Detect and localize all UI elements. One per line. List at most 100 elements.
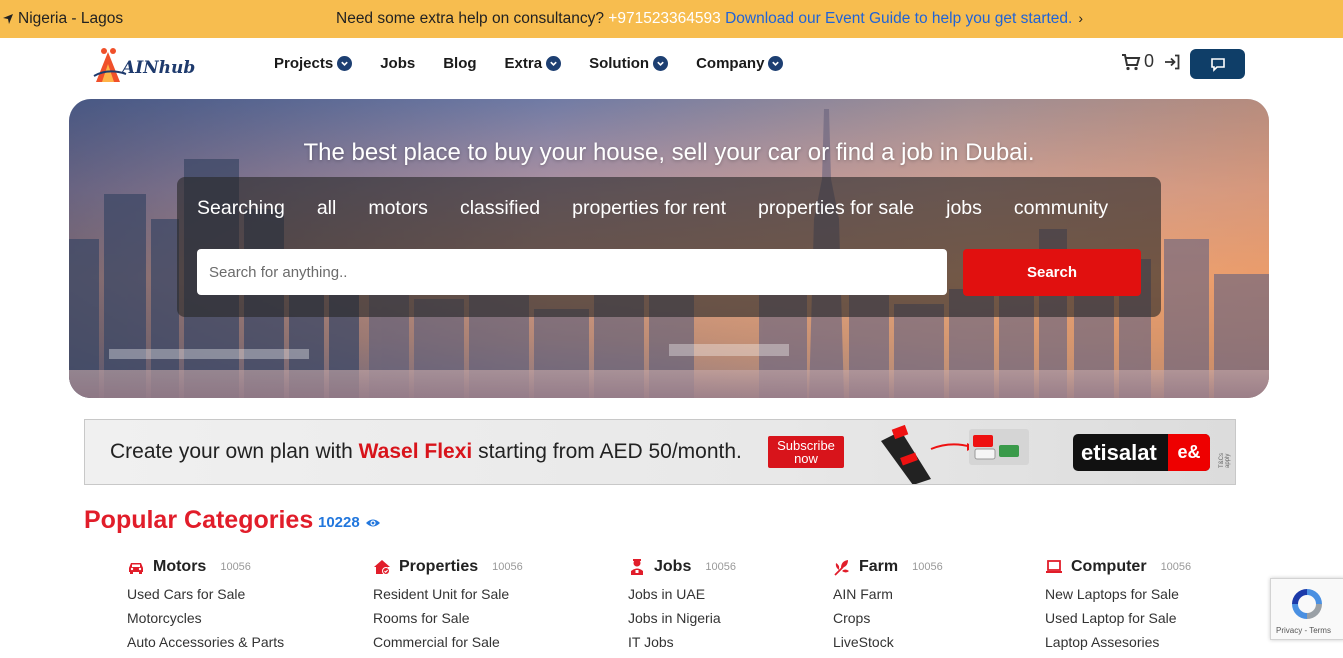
phone-number[interactable]: +971523364593 — [608, 10, 721, 27]
category-name: Jobs — [654, 558, 692, 575]
category-heading[interactable]: Properties 10056 — [373, 556, 523, 578]
chat-button[interactable] — [1190, 49, 1245, 79]
category-column-farm: Farm 10056 AIN Farm Crops LiveStock — [833, 556, 943, 658]
tab-properties-for-rent[interactable]: properties for rent — [572, 197, 726, 220]
tab-community[interactable]: community — [1014, 197, 1108, 220]
category-link[interactable]: Crops — [833, 610, 943, 626]
category-name: Properties — [399, 558, 479, 575]
search-input[interactable] — [197, 249, 947, 295]
subscribe-line2: now — [794, 451, 818, 466]
event-guide-link[interactable]: Download our Event Guide to help you get… — [725, 10, 1072, 27]
category-count: 10056 — [912, 561, 943, 573]
category-count: 10056 — [220, 561, 251, 573]
category-count: 10056 — [492, 561, 523, 573]
etisalat-brand: etisalat — [1081, 439, 1157, 465]
category-column-computer: Computer 10056 New Laptops for Sale Used… — [1045, 556, 1191, 658]
view-count-value: 10228 — [318, 514, 360, 531]
menu-label: Company — [696, 55, 765, 72]
ad-headline: Create your own plan with Wasel Flexi st… — [110, 440, 742, 464]
tab-classified[interactable]: classified — [460, 197, 540, 220]
login-icon[interactable] — [1163, 53, 1181, 71]
terms-note: T&Cs apply — [1219, 453, 1231, 468]
chat-icon — [1210, 57, 1225, 72]
category-link[interactable]: Auto Accessories & Parts — [127, 634, 284, 650]
category-link[interactable]: AIN Farm — [833, 586, 943, 602]
recaptcha-logo-icon — [1292, 589, 1322, 619]
chevron-down-icon — [653, 56, 669, 71]
etisalat-suffix: e& — [1168, 434, 1210, 471]
category-link[interactable]: Laptop Assesories — [1045, 634, 1191, 650]
main-navbar: AINhub Projects Jobs Blog Extra Solution… — [0, 38, 1343, 96]
tab-all[interactable]: all — [317, 197, 337, 220]
category-heading[interactable]: Jobs 10056 — [628, 556, 736, 578]
tab-properties-for-sale[interactable]: properties for sale — [758, 197, 914, 220]
menu-item-blog[interactable]: Blog — [443, 55, 476, 72]
menu-item-projects[interactable]: Projects — [274, 55, 353, 72]
laptop-icon — [1046, 560, 1062, 573]
category-column-motors: Motors 10056 Used Cars for Sale Motorcyc… — [127, 556, 284, 658]
category-link[interactable]: Jobs in UAE — [628, 586, 736, 602]
category-link[interactable]: New Laptops for Sale — [1045, 586, 1191, 602]
menu-label: Blog — [443, 55, 477, 72]
category-link[interactable]: IT Jobs — [628, 634, 736, 650]
worker-icon — [631, 559, 643, 575]
category-count: 10056 — [705, 561, 736, 573]
menu-item-jobs[interactable]: Jobs — [380, 55, 415, 72]
announcement-bar: Nigeria - Lagos Need some extra help on … — [0, 0, 1343, 38]
chevron-right-icon: › — [1078, 10, 1084, 26]
menu-item-solution[interactable]: Solution — [589, 55, 669, 72]
advertisement-banner[interactable]: Create your own plan with Wasel Flexi st… — [84, 419, 1236, 485]
ad-text-after: starting from AED 50/month. — [472, 440, 742, 463]
menu-item-company[interactable]: Company — [696, 55, 784, 72]
cart-icon — [1122, 53, 1141, 70]
cart-count: 0 — [1144, 51, 1155, 71]
house-icon — [374, 560, 390, 575]
consultancy-text: Need some extra help on consultancy? — [336, 10, 609, 27]
tab-motors[interactable]: motors — [368, 197, 428, 220]
category-heading[interactable]: Motors 10056 — [127, 556, 284, 578]
location-label: Nigeria - Lagos — [18, 10, 124, 27]
tab-jobs[interactable]: jobs — [946, 197, 982, 220]
search-panel: Searching all motors classified properti… — [177, 177, 1161, 317]
chevron-down-icon — [546, 56, 562, 71]
category-count: 10056 — [1160, 561, 1192, 573]
chevron-down-icon — [768, 56, 784, 71]
recaptcha-badge[interactable]: Privacy - Terms — [1270, 578, 1343, 640]
category-name: Computer — [1071, 558, 1147, 575]
ad-highlight: Wasel Flexi — [358, 440, 473, 463]
category-heading[interactable]: Computer 10056 — [1045, 556, 1191, 578]
recaptcha-terms[interactable]: Privacy - Terms — [1276, 626, 1331, 635]
category-link[interactable]: Used Cars for Sale — [127, 586, 284, 602]
category-link[interactable]: LiveStock — [833, 634, 943, 650]
menu-label: Solution — [589, 55, 650, 72]
category-heading[interactable]: Farm 10056 — [833, 556, 943, 578]
category-link[interactable]: Motorcycles — [127, 610, 284, 626]
tab-searching[interactable]: Searching — [197, 197, 285, 220]
search-button[interactable]: Search — [963, 249, 1141, 296]
subscribe-now-button[interactable]: Subscribe now — [768, 436, 844, 468]
hero-title: The best place to buy your house, sell y… — [303, 139, 1035, 166]
search-tabs: Searching all motors classified properti… — [197, 197, 1108, 220]
category-link[interactable]: Jobs in Nigeria — [628, 610, 736, 626]
location-selector[interactable]: Nigeria - Lagos — [2, 10, 123, 28]
menu-label: Extra — [504, 55, 543, 72]
cart-button[interactable]: 0 — [1121, 51, 1154, 72]
categories-view-count: 10228 — [318, 514, 381, 531]
water-reflection — [69, 370, 1269, 398]
eye-icon — [365, 519, 380, 526]
category-link[interactable]: Rooms for Sale — [373, 610, 523, 626]
category-link[interactable]: Commercial for Sale — [373, 634, 523, 650]
popular-categories-title: Popular Categories — [84, 506, 314, 534]
plant-icon — [834, 560, 849, 576]
location-arrow-icon — [3, 14, 13, 24]
category-link[interactable]: Resident Unit for Sale — [373, 586, 523, 602]
ad-text-before: Create your own plan with — [110, 440, 359, 463]
car-icon — [129, 563, 143, 574]
category-name: Motors — [153, 558, 207, 575]
category-link[interactable]: Used Laptop for Sale — [1045, 610, 1191, 626]
category-name: Farm — [859, 558, 899, 575]
logo-text: AINhub — [122, 58, 196, 78]
menu-item-extra[interactable]: Extra — [505, 55, 562, 72]
site-logo[interactable]: AINhub — [92, 44, 202, 84]
consultancy-message: Need some extra help on consultancy? +97… — [336, 10, 1083, 28]
